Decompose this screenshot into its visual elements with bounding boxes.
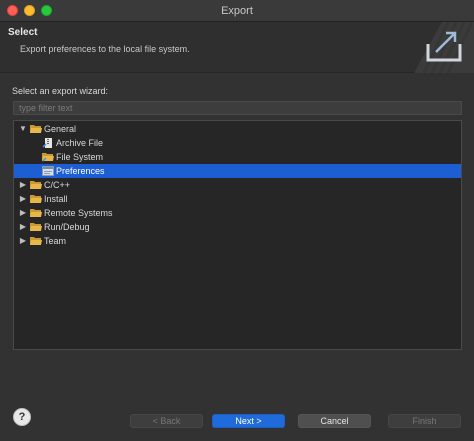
archive-file-icon	[42, 138, 52, 148]
help-icon: ?	[18, 411, 26, 423]
collapsed-triangle-icon[interactable]: ▶	[18, 234, 28, 248]
back-button[interactable]: < Back	[130, 414, 203, 428]
tree-label-run-debug: Run/Debug	[44, 222, 90, 232]
tree-label-team: Team	[44, 236, 67, 246]
tree-item-remote-systems[interactable]: ▶ Remote Systems	[14, 206, 461, 220]
folder-icon	[30, 181, 42, 189]
tree-label-general: General	[44, 124, 77, 134]
finish-button[interactable]: Finish	[388, 414, 461, 428]
window-title: Export	[221, 5, 253, 17]
tree-item-team[interactable]: ▶ Team	[14, 234, 461, 248]
folder-icon	[30, 195, 42, 203]
collapsed-triangle-icon[interactable]: ▶	[18, 220, 28, 234]
tree-item-run-debug[interactable]: ▶ Run/Debug	[14, 220, 461, 234]
help-button[interactable]: ?	[13, 408, 31, 426]
next-button[interactable]: Next >	[212, 414, 285, 428]
cancel-button[interactable]: Cancel	[298, 414, 371, 428]
tree-label-remote-systems: Remote Systems	[44, 208, 113, 218]
wizard-button-bar: ? < Back Next > Cancel Finish	[0, 408, 474, 432]
title-bar: Export	[0, 0, 474, 22]
expanded-triangle-icon[interactable]: ▼	[18, 122, 28, 136]
tree-label-preferences: Preferences	[56, 166, 105, 176]
tree-item-file-system[interactable]: File System	[14, 150, 461, 164]
tree-label-c-cpp: C/C++	[44, 180, 71, 190]
export-wizard-label: Select an export wizard:	[12, 86, 109, 96]
wizard-tree[interactable]: ▼ General Archive File File System Prefe…	[13, 120, 462, 350]
tree-label-archive-file: Archive File	[56, 138, 104, 148]
file-system-icon	[42, 153, 54, 162]
collapsed-triangle-icon[interactable]: ▶	[18, 192, 28, 206]
banner-title: Select	[8, 27, 38, 38]
tree-item-c-cpp[interactable]: ▶ C/C++	[14, 178, 461, 192]
tree-label-install: Install	[44, 194, 68, 204]
folder-icon	[30, 223, 42, 231]
folder-icon	[30, 125, 42, 133]
tree-item-general[interactable]: ▼ General	[14, 122, 461, 136]
tree-item-install[interactable]: ▶ Install	[14, 192, 461, 206]
export-wizard-icon	[414, 22, 474, 73]
banner-description: Export preferences to the local file sys…	[20, 44, 190, 54]
tree-item-archive-file[interactable]: Archive File	[14, 136, 461, 150]
collapsed-triangle-icon[interactable]: ▶	[18, 178, 28, 192]
preferences-icon	[42, 166, 54, 176]
tree-item-preferences[interactable]: Preferences	[14, 164, 461, 178]
collapsed-triangle-icon[interactable]: ▶	[18, 206, 28, 220]
folder-icon	[30, 237, 42, 245]
folder-icon	[30, 209, 42, 217]
wizard-banner: Select Export preferences to the local f…	[0, 22, 474, 73]
filter-input[interactable]	[13, 101, 462, 115]
tree-label-file-system: File System	[56, 152, 104, 162]
